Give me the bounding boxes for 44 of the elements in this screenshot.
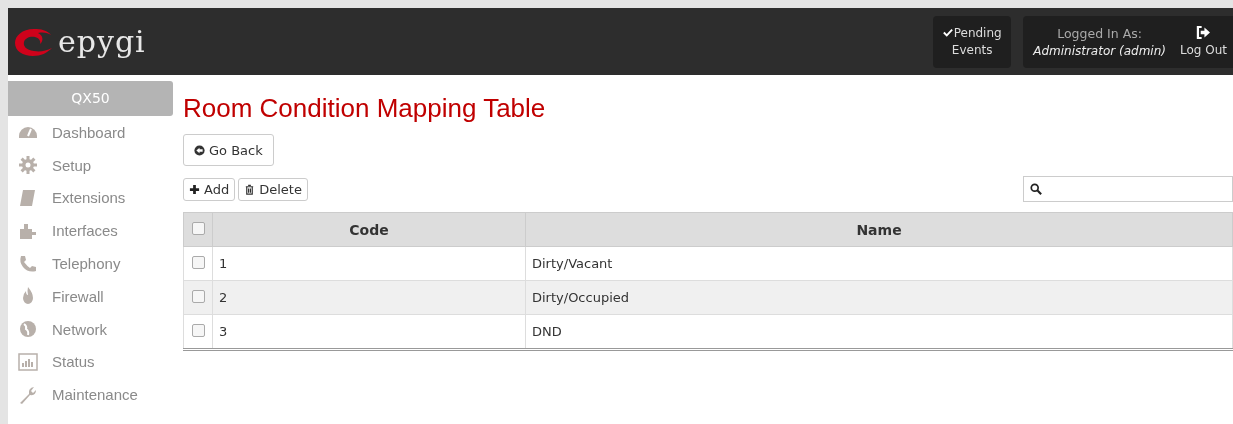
page-title: Room Condition Mapping Table bbox=[183, 93, 547, 124]
delete-button[interactable]: Delete bbox=[238, 177, 308, 201]
logo-text: epygi bbox=[58, 24, 146, 59]
sidebar-item[interactable]: Maintenance bbox=[8, 378, 173, 412]
gear-icon bbox=[18, 155, 38, 176]
table-cell: 1 bbox=[219, 256, 228, 271]
user-name: Administrator (admin) bbox=[1033, 43, 1166, 58]
phone-icon bbox=[18, 253, 38, 274]
select-all-checkbox[interactable] bbox=[191, 221, 205, 235]
row-checkbox[interactable] bbox=[191, 289, 205, 303]
sidebar-item[interactable]: Interfaces bbox=[8, 214, 173, 248]
table-cell: 3 bbox=[219, 324, 228, 339]
bar-chart-icon bbox=[18, 351, 38, 372]
search-icon bbox=[1030, 183, 1042, 195]
pending-events-button[interactable]: Pending Events bbox=[933, 15, 1012, 68]
sidebar-item[interactable]: Network bbox=[8, 312, 173, 346]
plus-icon bbox=[189, 183, 200, 195]
go-back-button[interactable]: Go Back bbox=[183, 134, 274, 166]
book-icon bbox=[18, 188, 38, 208]
wrench-icon bbox=[18, 384, 38, 405]
sidebar-item[interactable]: Firewall bbox=[8, 280, 173, 313]
row-checkbox[interactable] bbox=[191, 255, 205, 269]
device-name: QX50 bbox=[8, 81, 173, 116]
logged-in-label: Logged In As: bbox=[1057, 25, 1142, 41]
sidebar-item[interactable]: Telephony bbox=[8, 247, 173, 280]
table-cell: Dirty/Vacant bbox=[532, 256, 613, 271]
row-checkbox[interactable] bbox=[191, 323, 205, 337]
table-cell: Dirty/Occupied bbox=[532, 290, 630, 305]
logout-button[interactable]: Log Out bbox=[1174, 26, 1233, 57]
trash-icon bbox=[244, 183, 256, 195]
column-header: Name bbox=[856, 221, 902, 238]
sidebar-item[interactable]: Extensions bbox=[8, 181, 173, 215]
globe-icon bbox=[18, 319, 38, 340]
column-header: Code bbox=[349, 221, 389, 238]
sidebar-item[interactable]: Dashboard bbox=[8, 116, 173, 149]
sidebar-item[interactable]: Setup bbox=[8, 148, 173, 182]
table-cell: DND bbox=[532, 324, 562, 339]
sidebar-item[interactable]: Status bbox=[8, 345, 173, 379]
back-arrow-icon bbox=[194, 144, 205, 156]
checkmark-icon bbox=[942, 27, 953, 37]
add-button[interactable]: Add bbox=[183, 177, 236, 201]
logout-icon bbox=[1196, 26, 1211, 39]
table-cell: 2 bbox=[219, 290, 228, 305]
search-field[interactable] bbox=[1023, 176, 1233, 202]
